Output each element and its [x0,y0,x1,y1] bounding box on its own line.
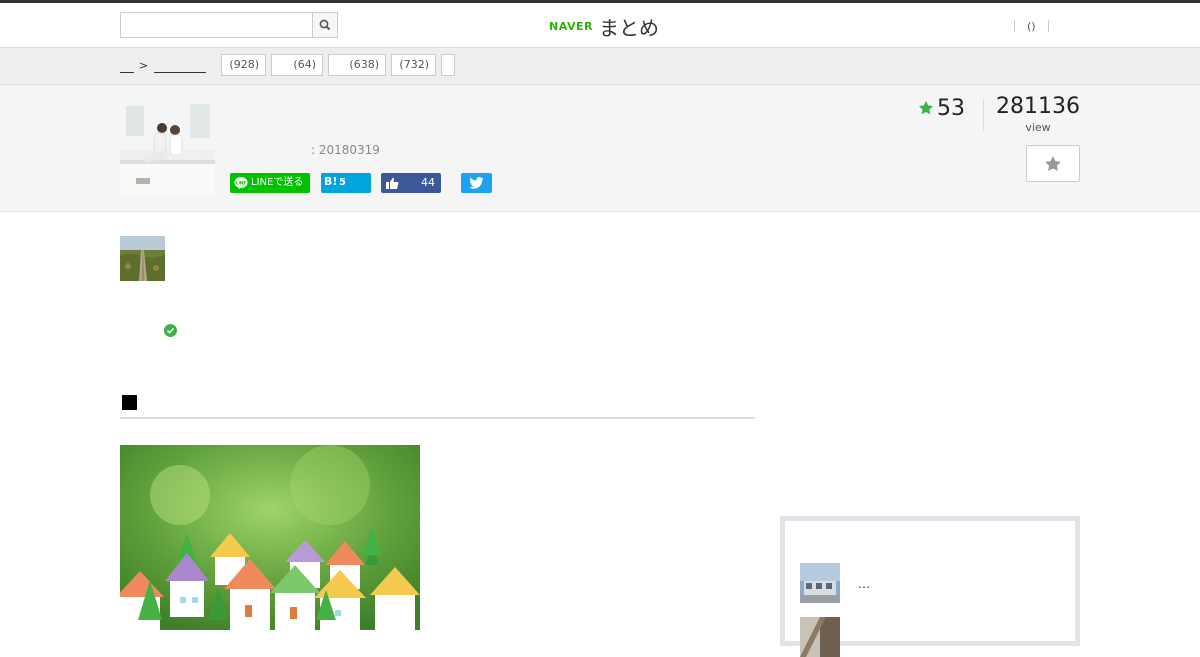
tag-5[interactable] [441,54,455,76]
share-hatena-button[interactable]: B! 5 [321,173,371,193]
favorite-count: 53 [918,94,965,122]
svg-text:LINE: LINE [236,180,247,185]
tag-1[interactable]: (928) [221,54,266,76]
tag-4[interactable]: (732) [391,54,436,76]
breadcrumb-category-link[interactable] [154,58,206,73]
share-facebook-button[interactable]: 44 [381,173,441,193]
view-label: view [1025,121,1051,134]
search-button[interactable] [312,13,337,37]
notification-count[interactable]: () [1027,20,1036,33]
divider [1047,20,1049,32]
tag-2[interactable]: (64) [271,54,323,76]
related-item-title[interactable]: … [858,577,870,591]
site-header: NAVER まとめ () [0,3,1200,48]
facebook-count: 44 [421,176,435,189]
breadcrumb: > (928) (64) (638) (732) [0,48,1200,85]
article-image[interactable] [120,445,420,630]
add-favorite-button[interactable] [1026,145,1080,182]
like-icon [386,177,399,189]
hatena-icon: B! [324,175,338,188]
header-user-menu: () [1014,19,1049,33]
star-icon [1045,156,1061,172]
site-logo[interactable]: NAVER まとめ [549,12,659,40]
hatena-count: 5 [339,177,346,188]
search-icon [319,19,331,31]
twitter-icon [469,177,484,189]
share-line-button[interactable]: LINE LINEで送る [230,173,310,193]
section-heading [120,393,755,419]
author-avatar[interactable] [120,236,165,281]
heading-square-icon [122,395,137,410]
view-count: 281136 [996,94,1080,119]
star-icon [919,101,933,115]
tag-3[interactable]: (638) [328,54,386,76]
related-item-thumbnail[interactable] [800,617,840,657]
sidebar-related-box: … [780,516,1080,657]
breadcrumb-home-link[interactable] [120,58,134,73]
update-date: : 20180319 [311,143,380,157]
share-twitter-button[interactable] [461,173,492,193]
favorite-number: 53 [937,95,965,121]
search-input[interactable] [121,13,315,37]
logo-matome: まとめ [598,15,659,40]
line-icon: LINE [234,177,248,189]
logo-naver: NAVER [549,19,593,33]
breadcrumb-separator: > [139,59,149,72]
divider [1014,20,1015,32]
related-item-thumbnail[interactable] [800,563,840,603]
article-thumbnail[interactable] [120,100,215,195]
line-label: LINEで送る [251,177,304,188]
article-summary: : 20180319 LINE LINEで送る B! 5 44 53 28113… [0,85,1200,212]
divider [983,99,984,131]
search-box [120,12,338,38]
check-icon [164,324,177,337]
